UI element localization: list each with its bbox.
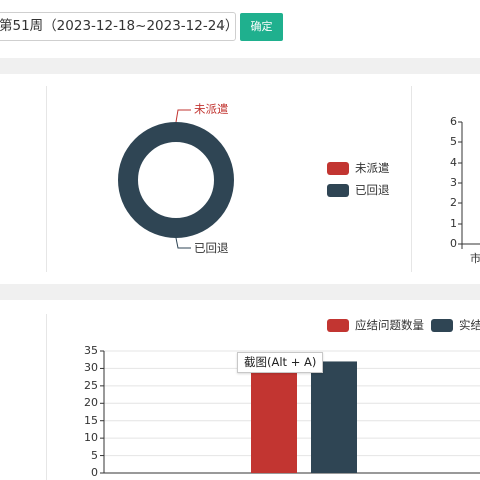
y-tick-label: 5 — [91, 448, 98, 462]
bar-actual-close — [311, 361, 357, 473]
y-tick-label: 30 — [84, 361, 98, 375]
y-tick-label: 15 — [84, 413, 98, 427]
y-tick-label: 0 — [91, 466, 98, 479]
y-tick-label: 25 — [84, 378, 98, 392]
bar-should-close — [251, 368, 297, 473]
y-tick-label: 35 — [84, 344, 98, 357]
y-tick-label: 20 — [84, 396, 98, 410]
bar-chart — [100, 350, 480, 474]
screenshot-tooltip: 截图(Alt + A) — [237, 352, 324, 373]
y-tick-label: 10 — [84, 431, 98, 445]
